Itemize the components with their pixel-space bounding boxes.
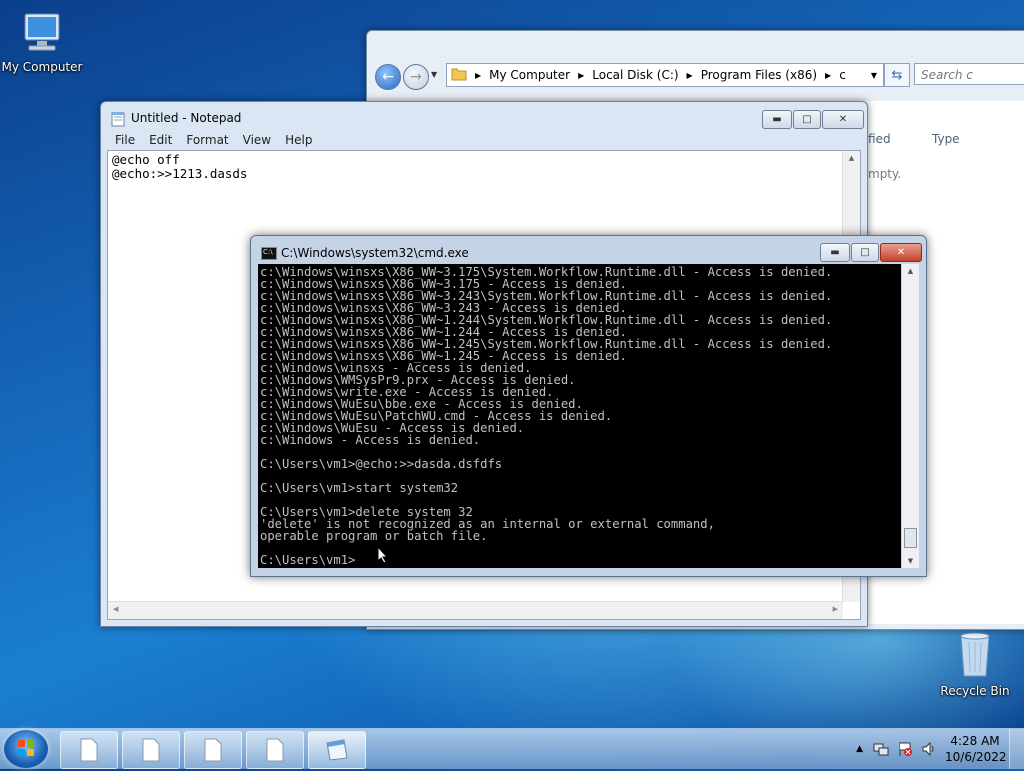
start-button[interactable] (4, 730, 48, 768)
back-button[interactable]: ← (375, 64, 401, 90)
computer-icon (19, 10, 65, 56)
notepad-content: @echo off @echo:>>1213.dasds (112, 152, 248, 181)
window-title: Untitled - Notepad (131, 111, 242, 125)
network-icon[interactable] (873, 741, 889, 757)
empty-folder-text: mpty. (868, 167, 902, 181)
console-lines: c:\Windows\winsxs\X86_WW~3.175\System.Wo… (260, 266, 832, 566)
menu-bar: File Edit Format View Help (107, 130, 861, 150)
taskbar: ▲ 4:28 AM 10/6/2022 (0, 728, 1024, 769)
column-header-modified[interactable]: fied (868, 132, 891, 146)
breadcrumb-c[interactable]: c (839, 68, 846, 82)
notepad-icon (326, 739, 348, 761)
console-line: C:\Users\vm1> (260, 553, 356, 567)
chevron-right-icon[interactable]: ▶ (578, 71, 584, 80)
cmd-window[interactable]: C:\ C:\Windows\system32\cmd.exe ▬ □ ✕ c:… (250, 235, 927, 577)
maximize-button[interactable]: □ (851, 243, 879, 262)
maximize-icon: □ (860, 247, 870, 258)
taskbar-item-document-2[interactable] (122, 731, 180, 769)
taskbar-item-document-4[interactable] (246, 731, 304, 769)
document-icon (80, 738, 98, 762)
minimize-button[interactable]: ▬ (762, 110, 792, 129)
notepad-icon (111, 111, 125, 130)
chevron-right-icon[interactable]: ▶ (687, 71, 693, 80)
history-dropdown-icon[interactable]: ▼ (431, 70, 437, 79)
volume-icon[interactable] (921, 741, 937, 757)
close-icon: ✕ (896, 247, 906, 258)
menu-file[interactable]: File (115, 133, 135, 147)
refresh-icon: ⇆ (891, 67, 903, 83)
chevron-right-icon[interactable]: ▶ (825, 71, 831, 80)
scroll-down-icon[interactable]: ▼ (902, 557, 919, 565)
menu-format[interactable]: Format (186, 133, 228, 147)
scroll-up-icon[interactable]: ▲ (843, 154, 860, 162)
vertical-scrollbar[interactable]: ▲ ▼ (901, 264, 919, 568)
arrow-left-icon: ← (382, 69, 394, 85)
column-header-type[interactable]: Type (932, 132, 960, 146)
clock[interactable]: 4:28 AM 10/6/2022 (945, 733, 1007, 765)
scroll-thumb[interactable] (904, 528, 917, 548)
cmd-icon: C:\ (261, 247, 277, 260)
show-desktop-button[interactable] (1009, 729, 1024, 769)
clock-time: 4:28 AM (950, 734, 1000, 748)
show-hidden-icons-icon[interactable]: ▲ (856, 744, 863, 754)
chevron-right-icon[interactable]: ▶ (475, 71, 481, 80)
breadcrumb-local-disk[interactable]: Local Disk (C:) (592, 68, 678, 82)
scroll-left-icon[interactable]: ◀ (113, 605, 118, 613)
taskbar-item-notepad[interactable] (308, 731, 366, 769)
action-center-warning-icon[interactable] (897, 741, 913, 757)
minimize-icon: ▬ (772, 114, 782, 125)
console-line: C:\Users\vm1>start system32 (260, 481, 459, 495)
address-bar[interactable]: ▶ My Computer ▶ Local Disk (C:) ▶ Progra… (446, 63, 884, 87)
horizontal-scrollbar[interactable]: ◀ ▶ (108, 601, 843, 619)
breadcrumb-program-files[interactable]: Program Files (x86) (701, 68, 817, 82)
address-dropdown-icon[interactable]: ▼ (871, 71, 877, 80)
menu-view[interactable]: View (243, 133, 271, 147)
desktop-icon-label: Recycle Bin (940, 684, 1010, 698)
close-icon: ✕ (838, 114, 848, 125)
clock-date: 10/6/2022 (945, 750, 1007, 764)
desktop-icon-recycle-bin[interactable]: Recycle Bin (933, 630, 1017, 698)
refresh-button[interactable]: ⇆ (884, 63, 910, 87)
minimize-button[interactable]: ▬ (820, 243, 850, 262)
mouse-cursor-icon (377, 545, 389, 567)
desktop-icon-my-computer[interactable]: My Computer (0, 10, 84, 74)
document-icon (266, 738, 284, 762)
forward-button[interactable]: → (403, 64, 429, 90)
search-input[interactable]: Search c (914, 63, 1024, 85)
folder-icon (451, 67, 467, 84)
close-button[interactable]: ✕ (880, 243, 922, 262)
windows-logo-icon (18, 740, 34, 756)
scroll-up-icon[interactable]: ▲ (902, 267, 919, 275)
console-line: c:\Windows - Access is denied. (260, 433, 481, 447)
document-icon (204, 738, 222, 762)
taskbar-item-document-1[interactable] (60, 731, 118, 769)
maximize-button[interactable]: □ (793, 110, 821, 129)
console-line: operable program or batch file. (260, 529, 488, 543)
menu-help[interactable]: Help (285, 133, 312, 147)
console-output[interactable]: c:\Windows\winsxs\X86_WW~3.175\System.Wo… (258, 264, 901, 568)
desktop-icon-label: My Computer (1, 60, 83, 74)
console-line: C:\Users\vm1>@echo:>>dasda.dsfdfs (260, 457, 503, 471)
menu-edit[interactable]: Edit (149, 133, 172, 147)
breadcrumb-my-computer[interactable]: My Computer (489, 68, 570, 82)
minimize-icon: ▬ (830, 247, 840, 258)
window-title: C:\Windows\system32\cmd.exe (281, 246, 469, 260)
system-tray: ▲ 4:28 AM 10/6/2022 (856, 729, 1024, 769)
recycle-bin-icon (953, 630, 997, 680)
close-button[interactable]: ✕ (822, 110, 864, 129)
scroll-right-icon[interactable]: ▶ (833, 605, 838, 613)
maximize-icon: □ (802, 114, 812, 125)
taskbar-item-document-3[interactable] (184, 731, 242, 769)
arrow-right-icon: → (410, 69, 422, 85)
document-icon (142, 738, 160, 762)
